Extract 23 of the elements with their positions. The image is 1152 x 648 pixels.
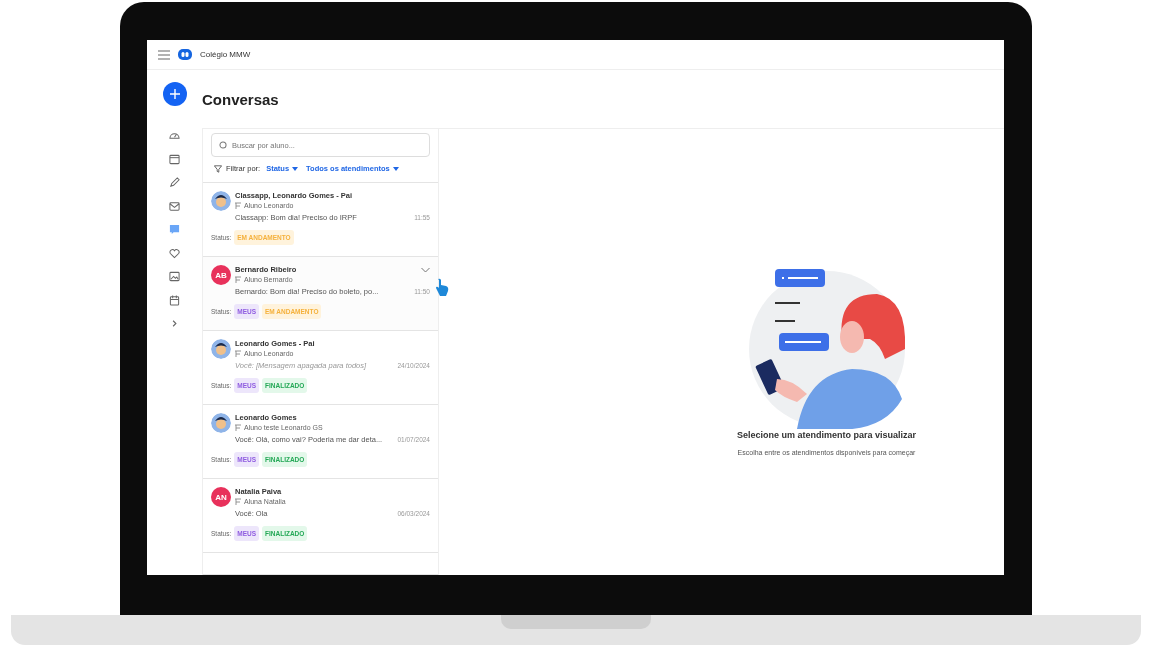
- caret-icon: [392, 166, 399, 171]
- logo-icon: [178, 49, 192, 60]
- avatar-icon: [211, 339, 231, 359]
- avatar: AB: [211, 265, 231, 285]
- image-icon[interactable]: [169, 271, 180, 282]
- avatar: AN: [211, 487, 231, 507]
- chat-icon[interactable]: [169, 224, 180, 235]
- dashboard-icon[interactable]: [169, 130, 180, 141]
- pencil-icon[interactable]: [169, 177, 180, 188]
- page-title: Conversas: [202, 90, 279, 108]
- calendar-icon[interactable]: [169, 153, 180, 165]
- caret-icon: [292, 166, 299, 171]
- agenda-icon[interactable]: [169, 294, 180, 306]
- empty-state-title: Selecione um atendimento para visualizar: [736, 429, 917, 440]
- mail-icon[interactable]: [169, 200, 180, 212]
- avatar-icon: [211, 191, 231, 211]
- avatar-icon: [211, 413, 231, 433]
- filter-icon: [214, 164, 222, 173]
- hand-cursor-icon: [435, 278, 449, 296]
- new-conversation-button[interactable]: [162, 82, 187, 106]
- school-name: Colégio MMW: [200, 50, 251, 59]
- plus-icon: [169, 89, 180, 99]
- heart-icon[interactable]: [169, 247, 180, 259]
